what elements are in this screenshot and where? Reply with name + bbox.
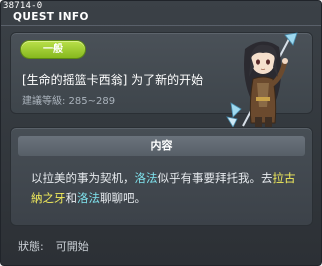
quest-description: 以拉美的事为契机，洛法似乎有事要拜托我。去拉古納之牙和洛法聊聊吧。 xyxy=(31,168,303,208)
window-title: QUEST INFO xyxy=(13,11,89,23)
quest-status: 狀態: 可開始 xyxy=(18,238,89,254)
description-text: 似乎有事要拜托我。去 xyxy=(157,171,273,185)
description-text: 聊聊吧。 xyxy=(100,191,146,205)
status-label: 狀態: xyxy=(18,240,44,253)
description-text: 以拉美的事为契机， xyxy=(31,171,135,185)
description-text: 和 xyxy=(65,191,78,205)
content-header: 内容 xyxy=(18,136,305,156)
quest-id-label: 38714-0 xyxy=(3,1,43,11)
status-value: 可開始 xyxy=(55,240,89,253)
npc-name-link: 洛法 xyxy=(77,191,100,205)
npc-name-link: 洛法 xyxy=(134,171,158,185)
recommended-level: 建議等級: 285~289 xyxy=(22,96,116,107)
quest-content-panel: 内容 以拉美的事为契机，洛法似乎有事要拜托我。去拉古納之牙和洛法聊聊吧。 xyxy=(10,127,313,226)
npc-portrait-icon xyxy=(223,31,303,131)
quest-info-window: 38714-0 QUEST INFO 一般 [生命的摇篮卡西翁] 为了新的开始 … xyxy=(0,0,322,266)
title-divider xyxy=(1,25,321,26)
quest-name: [生命的摇篮卡西翁] 为了新的开始 xyxy=(22,73,204,87)
quest-category-badge: 一般 xyxy=(21,41,85,58)
